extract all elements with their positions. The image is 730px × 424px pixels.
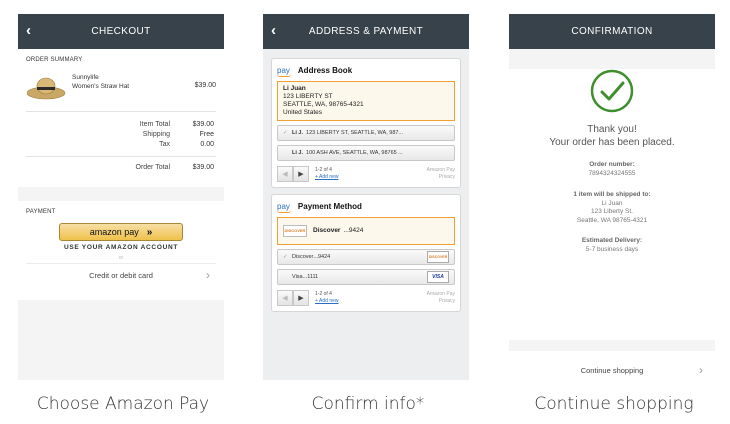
- order-number-value: 7894324324555: [588, 170, 636, 177]
- or-separator: or: [118, 255, 124, 261]
- address-option[interactable]: Li J. 100 ASH AVE, SEATTLE, WA, 98765 ..…: [277, 145, 455, 161]
- next-page-button[interactable]: ▶: [293, 290, 309, 306]
- pager-count: 1-2 of 4: [315, 291, 332, 297]
- ship-address-line: 123 Liberty St.: [591, 208, 633, 215]
- chevron-right-icon: ›: [699, 363, 703, 377]
- address-line: SEATTLE, WA, 98765-4321: [283, 101, 364, 108]
- credit-card-option[interactable]: Credit or debit card ›: [26, 263, 216, 286]
- order-total-value: $39.00: [192, 164, 214, 171]
- address-book-widget: pay Address Book Li Juan 123 LIBERTY ST …: [271, 58, 461, 188]
- selected-payment[interactable]: DISCOVER Discover ...9424: [277, 217, 455, 245]
- chevron-right-icon: ›: [206, 268, 210, 282]
- payment-option[interactable]: Visa ...1111 VISA: [277, 269, 455, 285]
- back-arrow-icon[interactable]: ‹: [271, 23, 276, 38]
- totals-row: Shipping Free: [142, 131, 214, 138]
- prev-page-button[interactable]: ◀: [277, 290, 293, 306]
- amazon-pay-logo: pay: [277, 201, 291, 213]
- privacy-link[interactable]: Privacy: [427, 174, 455, 181]
- back-arrow-icon[interactable]: ‹: [26, 23, 31, 38]
- address-payment-header: ‹ ADDRESS & PAYMENT: [263, 14, 469, 49]
- address-name: Li Juan: [283, 85, 306, 92]
- visa-card-icon: VISA: [427, 271, 449, 283]
- pager-count: 1-2 of 4: [315, 167, 332, 173]
- address-option[interactable]: ✓ Li J. 123 LIBERTY ST, SEATTLE, WA, 987…: [277, 125, 455, 141]
- caption-choose-amazon-pay: Choose Amazon Pay: [36, 394, 210, 414]
- totals-block: Item Total $39.00 Shipping Free Tax 0.00: [18, 112, 224, 156]
- checkout-screen: ‹ CHECKOUT ORDER SUMMARY Sunnylife Women…: [18, 14, 224, 380]
- double-chevron-icon: »: [146, 226, 153, 238]
- confirmation-header: CONFIRMATION: [509, 14, 715, 49]
- payment-pager: ◀ ▶ 1-2 of 4 + Add new Amazon Pay Privac…: [277, 290, 455, 306]
- product-name: Women's Straw Hat: [72, 83, 130, 90]
- address-payment-title: ADDRESS & PAYMENT: [308, 26, 424, 37]
- checkmark-icon: ✓: [283, 130, 288, 136]
- prev-page-button[interactable]: ◀: [277, 166, 293, 182]
- checkout-title: CHECKOUT: [91, 26, 151, 37]
- order-total-block: Order Total $39.00: [18, 157, 224, 187]
- credit-card-label: Credit or debit card: [89, 270, 153, 280]
- address-payment-screen: ‹ ADDRESS & PAYMENT pay Address Book Li …: [263, 14, 469, 380]
- delivery-label: Estimated Delivery:: [581, 237, 643, 244]
- caption-continue-shopping: Continue shopping: [534, 394, 694, 414]
- confirmation-screen: CONFIRMATION Thank you! Your order has b…: [509, 14, 715, 380]
- privacy-link[interactable]: Privacy: [427, 298, 455, 305]
- selected-card-name: Discover: [313, 227, 341, 234]
- continue-shopping-row[interactable]: Continue shopping ›: [509, 351, 715, 380]
- payment-method-title: Payment Method: [297, 201, 362, 211]
- add-new-payment-link[interactable]: + Add new: [315, 298, 339, 305]
- check-circle-icon: [590, 69, 634, 113]
- amazon-pay-note: Amazon Pay: [426, 291, 455, 297]
- next-page-button[interactable]: ▶: [293, 166, 309, 182]
- ship-address-line: Seattle, WA 98765-4321: [576, 216, 648, 224]
- product-price: $39.00: [194, 82, 216, 89]
- confirmation-title: CONFIRMATION: [571, 26, 653, 37]
- payment-option[interactable]: ✓ Discover ...9424 DISCOVER: [277, 249, 455, 265]
- amazon-pay-logo: pay: [277, 65, 291, 77]
- totals-row: Tax 0.00: [159, 141, 214, 148]
- continue-shopping-label: Continue shopping: [580, 365, 644, 375]
- selected-address[interactable]: Li Juan 123 LIBERTY ST SEATTLE, WA, 9876…: [277, 81, 455, 121]
- order-placed-text: Your order has been placed.: [549, 137, 675, 148]
- discover-card-icon: DISCOVER: [427, 251, 449, 263]
- amazon-pay-button[interactable]: amazon pay »: [59, 223, 183, 241]
- checkout-header: ‹ CHECKOUT: [18, 14, 224, 49]
- order-total-row: Order Total $39.00: [26, 163, 215, 173]
- add-new-address-link[interactable]: + Add new: [315, 174, 339, 181]
- straw-hat-image: [26, 73, 66, 103]
- payment-method-widget: pay Payment Method DISCOVER Discover ...…: [271, 194, 461, 312]
- product-brand: Sunnylife: [72, 74, 99, 81]
- order-total-label: Order Total: [135, 164, 171, 171]
- address-line: United States: [283, 109, 323, 116]
- thank-you-text: Thank you!: [587, 124, 637, 135]
- amazon-pay-label: amazon pay: [89, 227, 139, 237]
- checkmark-icon: ✓: [283, 254, 288, 260]
- amazon-pay-subtitle: USE YOUR AMAZON ACCOUNT: [63, 244, 179, 251]
- delivery-value: 5-7 business days: [585, 246, 639, 253]
- order-number-label: Order number:: [589, 161, 635, 168]
- payment-label: PAYMENT: [26, 209, 56, 215]
- ship-name: Li Juan: [601, 199, 623, 207]
- totals-row: Item Total $39.00: [139, 121, 214, 128]
- address-pager: ◀ ▶ 1-2 of 4 + Add new Amazon Pay Privac…: [277, 166, 455, 182]
- discover-card-icon: DISCOVER: [283, 225, 307, 237]
- ship-to-label: 1 item will be shipped to:: [573, 190, 651, 198]
- product-row: Sunnylife Women's Straw Hat $39.00: [18, 67, 224, 111]
- selected-card-digits: ...9424: [343, 227, 364, 234]
- address-book-title: Address Book: [297, 65, 353, 75]
- confirmation-body: Thank you! Your order has been placed. O…: [509, 69, 715, 340]
- caption-confirm-info: Confirm info*: [311, 394, 425, 414]
- order-summary-label: ORDER SUMMARY: [26, 57, 83, 63]
- amazon-pay-note: Amazon Pay: [426, 167, 455, 173]
- address-line: 123 LIBERTY ST: [283, 93, 333, 100]
